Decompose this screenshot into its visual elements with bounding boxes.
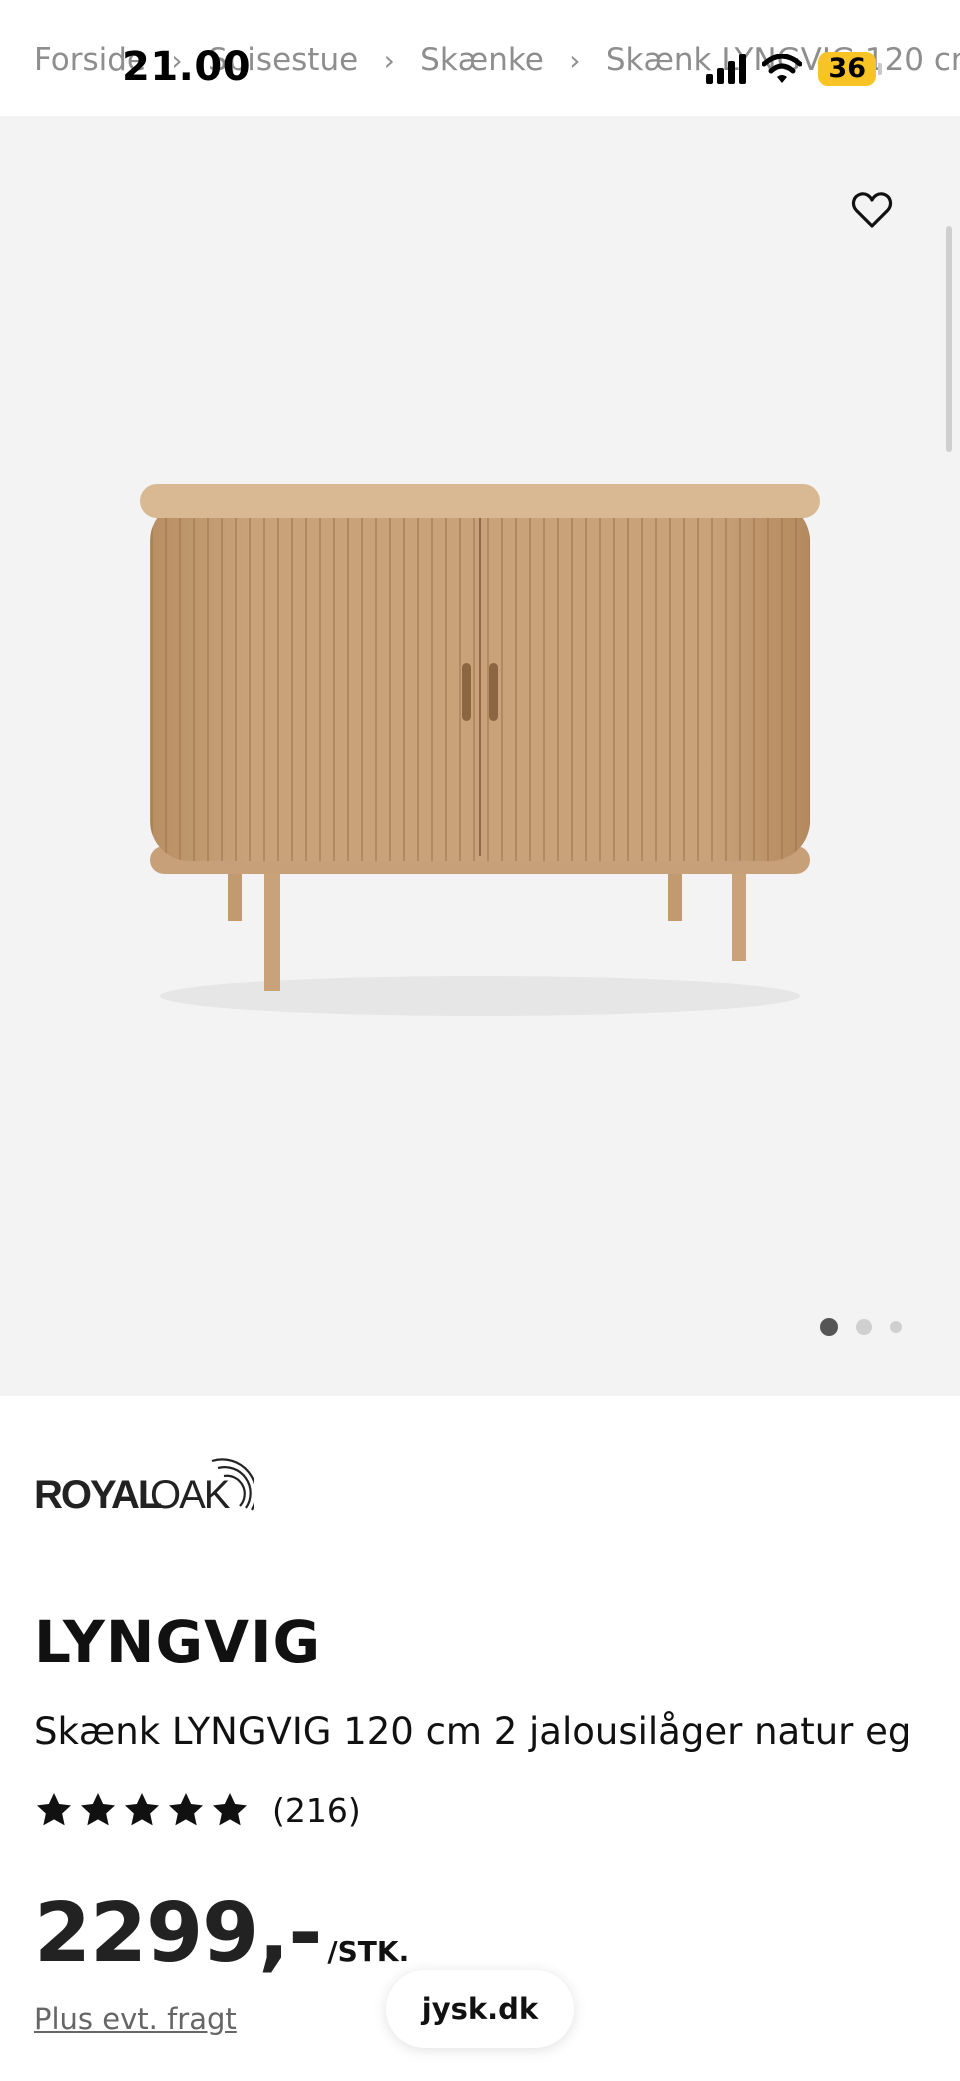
- wifi-icon: [762, 54, 803, 83]
- svg-text:ROYAL: ROYAL: [34, 1473, 162, 1516]
- chevron-right-icon: ›: [383, 43, 395, 77]
- price-row: 2299,- /STK.: [34, 1886, 409, 1981]
- status-time: 21.00: [122, 44, 252, 90]
- star-icon: [81, 1793, 115, 1826]
- shipping-link[interactable]: Plus evt. fragt: [34, 2002, 237, 2036]
- top-bar: Forside › Spisestue › Skænke › Skænk LYN…: [0, 0, 960, 116]
- price: 2299,-: [34, 1886, 322, 1981]
- review-count[interactable]: (216): [272, 1791, 361, 1830]
- price-unit: /STK.: [327, 1935, 410, 1968]
- product-description: Skænk LYNGVIG 120 cm 2 jalousilåger natu…: [34, 1710, 912, 1753]
- star-icon: [37, 1793, 71, 1826]
- star-icon: [213, 1793, 247, 1826]
- carousel-dot[interactable]: [890, 1321, 902, 1333]
- svg-text:OAK: OAK: [150, 1473, 231, 1516]
- carousel-dot[interactable]: [856, 1319, 872, 1335]
- chevron-right-icon: ›: [569, 43, 581, 77]
- breadcrumb-item-sideboards[interactable]: Skænke: [420, 42, 544, 78]
- product-gallery[interactable]: [0, 116, 960, 1396]
- scrollbar[interactable]: [946, 226, 952, 452]
- sideboard-image: [140, 484, 820, 1016]
- carousel-dots[interactable]: [820, 1318, 902, 1336]
- star-icon: [125, 1793, 159, 1826]
- star-icon: [169, 1793, 203, 1826]
- battery-indicator: 36: [818, 52, 882, 86]
- status-icons: 36: [706, 52, 882, 86]
- browser-url-bar[interactable]: jysk.dk: [386, 1970, 574, 2048]
- product-rating[interactable]: (216): [34, 1790, 361, 1830]
- rating-stars: [34, 1790, 250, 1830]
- cellular-signal-icon: [706, 54, 747, 84]
- carousel-dot[interactable]: [820, 1318, 838, 1336]
- heart-outline-icon[interactable]: [850, 188, 894, 232]
- brand-logo[interactable]: ROYAL OAK: [34, 1452, 254, 1516]
- product-name: LYNGVIG: [34, 1608, 322, 1676]
